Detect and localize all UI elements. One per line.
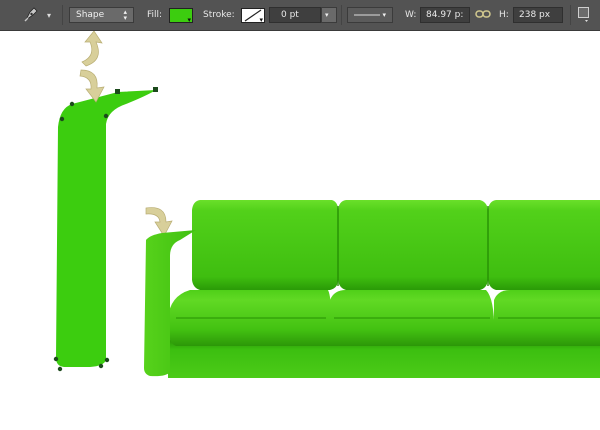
stroke-type-select[interactable]: ▾ bbox=[347, 7, 393, 23]
curved-arrow-down-icon bbox=[145, 207, 173, 237]
back-cushion bbox=[488, 200, 600, 290]
stroke-label: Stroke: bbox=[203, 10, 235, 20]
back-cushion bbox=[338, 200, 488, 290]
width-value: 84.97 p: bbox=[426, 10, 464, 20]
chain-link-icon[interactable] bbox=[475, 8, 491, 23]
arm-shape-path[interactable] bbox=[53, 87, 158, 372]
stroke-width-field[interactable]: 0 pt bbox=[269, 7, 321, 23]
document-canvas bbox=[53, 31, 600, 378]
fill-color-swatch[interactable]: ▾ bbox=[169, 7, 193, 24]
chevron-down-icon: ▾ bbox=[325, 11, 329, 19]
swatch-dropdown-icon: ▾ bbox=[187, 15, 191, 24]
stroke-width-value: 0 pt bbox=[281, 10, 299, 20]
swatch-dropdown-icon: ▾ bbox=[259, 15, 263, 24]
options-bar: ▾ Shape ▴ ▾ Fill: ▾ Stroke: ▾ 0 pt ▾ ▾ W… bbox=[0, 0, 600, 31]
height-value: 238 px bbox=[519, 10, 551, 20]
tool-mode-value: Shape bbox=[76, 10, 105, 20]
height-field[interactable]: 238 px bbox=[513, 7, 563, 23]
path-align-icon[interactable] bbox=[577, 6, 591, 25]
tool-mode-select[interactable]: Shape ▴ ▾ bbox=[69, 7, 134, 23]
stroke-width-dropdown[interactable]: ▾ bbox=[321, 7, 337, 23]
height-label: H: bbox=[499, 10, 509, 20]
stroke-line-preview-icon bbox=[354, 14, 381, 16]
stroke-color-swatch[interactable]: ▾ bbox=[241, 7, 265, 24]
pen-tool-icon bbox=[22, 4, 42, 27]
width-label: W: bbox=[405, 10, 417, 20]
width-field[interactable]: 84.97 p: bbox=[420, 7, 470, 23]
chevron-down-icon: ▾ bbox=[382, 11, 386, 19]
tool-preset-dropdown-arrow-icon[interactable]: ▾ bbox=[47, 11, 51, 20]
pen-tool-button[interactable]: ▾ bbox=[22, 0, 51, 30]
updown-arrows-icon: ▴ ▾ bbox=[123, 8, 127, 22]
fill-label: Fill: bbox=[147, 10, 163, 20]
curved-arrow-up-icon bbox=[81, 31, 103, 67]
back-cushion bbox=[192, 200, 338, 290]
sofa-illustration bbox=[144, 200, 600, 378]
